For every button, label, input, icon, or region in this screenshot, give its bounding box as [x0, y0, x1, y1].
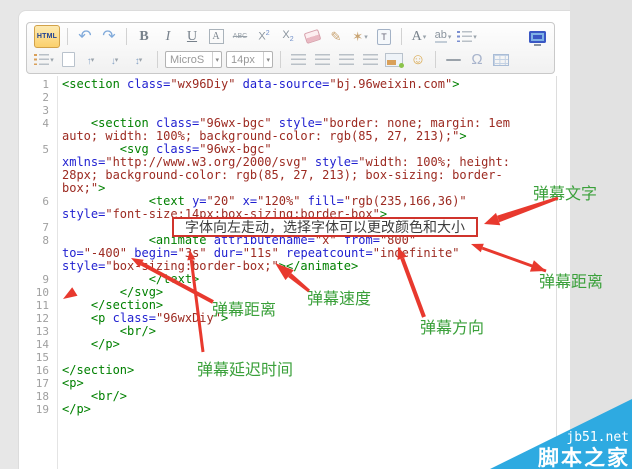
line-number: 1	[42, 78, 49, 91]
align-right-icon[interactable]	[336, 50, 356, 70]
superscript-icon[interactable]: X2	[254, 27, 274, 47]
align-center-icon[interactable]	[312, 50, 332, 70]
code-line: 14 </p>	[28, 338, 556, 352]
line-number: 12	[35, 312, 49, 325]
highlight-color-icon[interactable]: ab ▾	[433, 27, 453, 47]
insert-table-icon[interactable]	[491, 50, 511, 70]
toolbar-separator	[126, 28, 127, 45]
line-number: 2	[42, 91, 49, 104]
page-gray-margin	[570, 0, 632, 469]
font-size-select[interactable]: 14px ▾	[226, 51, 273, 68]
strikethrough-icon[interactable]: ABC	[230, 27, 250, 47]
ordered-list-icon[interactable]: ▾	[457, 27, 477, 47]
redo-icon[interactable]: ↷	[99, 27, 119, 47]
toolbar-row-1: HTML ↶ ↷ B I U A ABC X2 X2 ✎ ✶ ▾ T A ▾ ab ▾ ▾	[34, 25, 547, 48]
paste-text-icon[interactable]: T	[374, 27, 394, 47]
paragraph-spacing-bottom-icon[interactable]: ↓ ▾	[106, 50, 126, 70]
line-number: 10	[35, 286, 49, 299]
code-line: 2	[28, 91, 556, 104]
eraser-icon[interactable]	[302, 27, 322, 47]
unordered-list-icon[interactable]: ▾	[34, 50, 54, 70]
underline-icon[interactable]: U	[182, 27, 202, 47]
undo-icon[interactable]: ↶	[75, 27, 95, 47]
label-danmaku-direction: 弹幕方向	[420, 320, 485, 337]
html-source-button[interactable]: HTML	[34, 25, 60, 48]
line-number: 17	[35, 377, 49, 390]
align-justify-icon[interactable]	[360, 50, 380, 70]
line-number: 15	[35, 351, 49, 364]
emoji-icon[interactable]: ☺	[408, 50, 428, 70]
special-char-icon[interactable]: Ω	[467, 50, 487, 70]
line-number: 7	[42, 221, 49, 234]
line-number: 8	[42, 234, 49, 247]
font-family-select[interactable]: MicroS ▾	[165, 51, 222, 68]
toolbar-separator	[280, 51, 281, 68]
font-color-icon[interactable]: A ▾	[409, 27, 429, 47]
code-line: 28px; background-color: rgb(85, 27, 213)…	[62, 168, 503, 182]
code-tooltip: 字体向左走动，选择字体可以更改颜色和大小	[172, 217, 478, 237]
align-left-icon[interactable]	[288, 50, 308, 70]
line-number: 11	[35, 299, 49, 312]
label-danmaku-distance-mid: 弹幕距离	[212, 302, 277, 319]
format-painter-icon[interactable]: ✎	[326, 27, 346, 47]
toolbar-separator	[157, 51, 158, 68]
paragraph-spacing-top-icon[interactable]: ↑ ▾	[82, 50, 102, 70]
line-number: 4	[42, 117, 49, 130]
label-danmaku-distance-right: 弹幕距离	[539, 274, 604, 291]
bold-icon[interactable]: B	[134, 27, 154, 47]
line-number: 3	[42, 104, 49, 117]
html-source-view[interactable]: 1 <section class="wx96Diy" data-source="b…	[28, 76, 557, 469]
line-number: 6	[42, 195, 49, 208]
line-number: 18	[35, 390, 49, 403]
new-doc-icon[interactable]	[58, 50, 78, 70]
line-number: 5	[42, 143, 49, 156]
toolbar-separator	[435, 51, 436, 68]
line-number: 9	[42, 273, 49, 286]
line-height-icon[interactable]: ↕ ▾	[130, 50, 150, 70]
code-line: 18 <br/>	[28, 390, 556, 404]
fullscreen-icon[interactable]	[527, 27, 547, 47]
toolbar-separator	[67, 28, 68, 45]
code-line: 19 </p>	[28, 403, 556, 417]
line-number: 13	[35, 325, 49, 338]
toolbar-separator	[401, 28, 402, 45]
line-number: 16	[35, 364, 49, 377]
insert-image-icon[interactable]	[384, 50, 404, 70]
label-danmaku-speed: 弹幕速度	[307, 291, 372, 308]
line-number: 14	[35, 338, 49, 351]
code-line: 1 <section class="wx96Diy" data-source="b…	[28, 78, 556, 92]
italic-icon[interactable]: I	[158, 27, 178, 47]
line-number: 19	[35, 403, 49, 416]
horizontal-rule-icon[interactable]	[443, 50, 463, 70]
label-danmaku-delay: 弹幕延迟时间	[197, 362, 294, 379]
subscript-icon[interactable]: X2	[278, 27, 298, 47]
auto-typeset-icon[interactable]: ✶ ▾	[350, 27, 370, 47]
editor-toolbar: HTML ↶ ↷ B I U A ABC X2 X2 ✎ ✶ ▾ T A ▾ ab ▾ ▾ ▾ ↑ ▾ ↓ ▾ ↕ ▾ Micro…	[26, 22, 555, 74]
label-danmaku-text: 弹幕文字	[533, 186, 598, 203]
toolbar-row-2: ▾ ↑ ▾ ↓ ▾ ↕ ▾ MicroS ▾ 14px ▾ ☺ Ω	[34, 48, 547, 71]
font-border-icon[interactable]: A	[206, 27, 226, 47]
